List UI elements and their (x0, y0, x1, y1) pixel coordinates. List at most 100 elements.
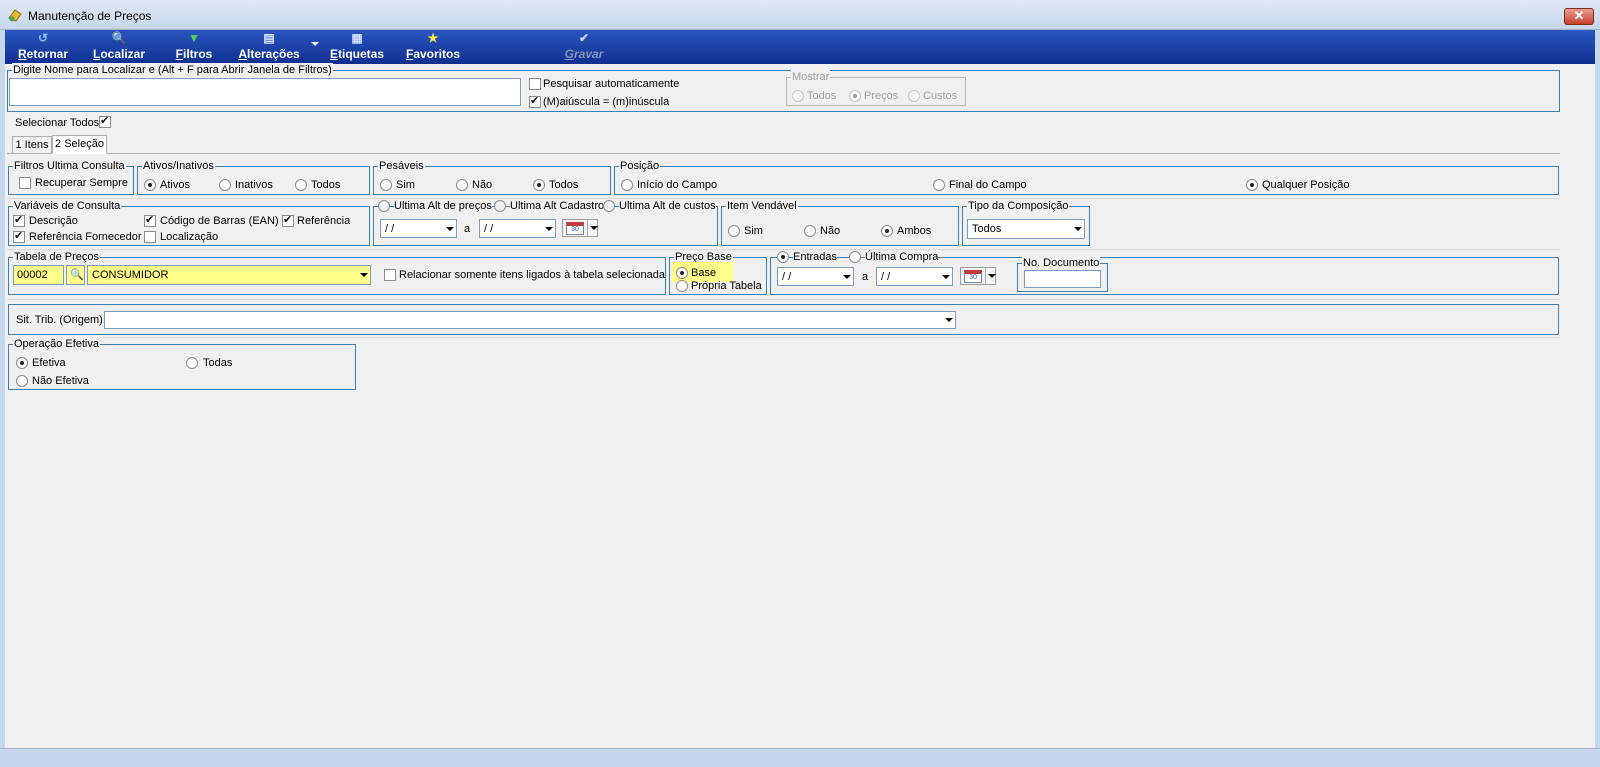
tabela-search-button[interactable]: 🔍 (66, 265, 85, 285)
localizar-button[interactable]: 🔍 Localizar (89, 30, 149, 64)
sit-trib-select[interactable] (104, 311, 956, 329)
ultima-alt-date-from[interactable]: / / (380, 219, 457, 238)
pesaveis-nao-radio[interactable] (456, 179, 468, 191)
ultima-alt-date-to[interactable]: / / (479, 219, 556, 238)
propria-tabela-radio[interactable] (676, 280, 688, 292)
auto-search-checkbox[interactable] (529, 78, 541, 90)
entradas-date-to[interactable]: / / (876, 267, 953, 286)
entradas-date-from[interactable]: / / (777, 267, 854, 286)
efetiva-label: Efetiva (32, 357, 66, 369)
vendavel-nao-radio[interactable] (804, 225, 816, 237)
ativos-todos-label: Todos (311, 179, 341, 191)
ativos-label: Ativos (160, 179, 190, 191)
case-checkbox[interactable] (529, 95, 541, 108)
chevron-down-icon (590, 226, 598, 230)
window-border-left (0, 30, 5, 767)
mostrar-custos-radio[interactable] (908, 90, 920, 102)
item-vendavel-title: Item Vendável (726, 199, 798, 213)
ultima-compra-radio[interactable] (849, 251, 861, 263)
toolbar: ↺ Retornar 🔍 Localizar ▼ Filtros ▤ Alter… (5, 30, 1595, 64)
ativos-todos-radio[interactable] (295, 179, 307, 191)
vendavel-sim-radio[interactable] (728, 225, 740, 237)
row-separator (7, 337, 1560, 338)
ultima-alt-cadastro-label: Ultima Alt Cadastro (510, 199, 605, 213)
ref-fornecedor-checkbox[interactable] (13, 230, 25, 243)
tabela-nome-select[interactable]: CONSUMIDOR (87, 265, 371, 285)
gravar-button[interactable]: ✔ Gravar (559, 30, 609, 64)
etiquetas-button[interactable]: ▦ Etiquetas (327, 30, 387, 64)
pesaveis-todos-radio[interactable] (533, 179, 545, 191)
final-campo-label: Final do Campo (949, 179, 1027, 191)
tabela-codigo-input[interactable]: 00002 (13, 265, 64, 285)
favoritos-button[interactable]: ★ Favoritos (403, 30, 463, 64)
ultima-alt-date-from-value: / / (385, 223, 395, 235)
ativos-radio[interactable] (144, 179, 156, 191)
entradas-radio[interactable] (777, 251, 789, 263)
ultima-alt-calendar-button[interactable]: 30 (562, 219, 598, 237)
ativos-title: Ativos/Inativos (142, 159, 215, 173)
selecionar-todos-label: Selecionar Todos (15, 117, 100, 129)
tab-itens[interactable]: 1 Itens (12, 136, 52, 154)
preco-base-radio[interactable] (676, 267, 688, 279)
filtros-button[interactable]: ▼ Filtros (169, 30, 219, 64)
selecionar-todos-checkbox[interactable] (99, 115, 111, 128)
pesaveis-nao-label: Não (472, 179, 493, 191)
ultima-alt-cadastro-radio[interactable] (494, 200, 506, 212)
favoritos-label: Favoritos (405, 47, 461, 61)
preco-base-label: Base (691, 267, 717, 279)
ultima-alt-precos-radio[interactable] (378, 200, 390, 212)
ultima-compra-label: Última Compra (865, 250, 939, 264)
mostrar-title: Mostrar (791, 70, 831, 84)
chevron-down-icon (988, 274, 996, 278)
search-group-title: Digite Nome para Localizar e (Alt + F pa… (12, 63, 333, 77)
recuperar-checkbox[interactable] (19, 177, 31, 189)
codigo-barras-checkbox[interactable] (144, 214, 156, 227)
qualquer-posicao-radio[interactable] (1246, 179, 1258, 191)
chevron-down-icon (843, 274, 851, 279)
tabela-precos-title: Tabela de Preços (13, 250, 100, 264)
referencia-checkbox[interactable] (282, 214, 294, 227)
ultima-alt-custos-radio[interactable] (603, 200, 615, 212)
close-button[interactable]: ✕ (1564, 8, 1594, 25)
codigo-barras-label: Código de Barras (EAN) (160, 215, 279, 227)
inativos-radio[interactable] (219, 179, 231, 191)
calendar-divider (587, 220, 588, 236)
mostrar-todos-radio[interactable] (792, 90, 804, 102)
relacionar-checkbox[interactable] (384, 269, 396, 281)
no-documento-title: No. Documento (1022, 256, 1101, 270)
alteracoes-dropdown-icon[interactable] (311, 42, 319, 46)
pesaveis-sim-radio[interactable] (380, 179, 392, 191)
alteracoes-button[interactable]: ▤ Alterações (233, 30, 305, 64)
vendavel-sim-label: Sim (744, 225, 763, 237)
inicio-campo-label: Início do Campo (637, 179, 718, 191)
nao-efetiva-radio[interactable] (16, 375, 28, 387)
efetiva-radio[interactable] (16, 357, 28, 369)
inicio-campo-radio[interactable] (621, 179, 633, 191)
entradas-calendar-button[interactable]: 30 (960, 267, 996, 285)
posicao-group: Posição (614, 159, 1559, 195)
ultima-alt-a-label: a (464, 223, 471, 235)
search-icon: 🔍 (111, 31, 127, 45)
descricao-checkbox[interactable] (13, 214, 25, 227)
variaveis-title: Variáveis de Consulta (13, 199, 122, 213)
mostrar-precos-radio[interactable] (849, 90, 861, 102)
final-campo-radio[interactable] (933, 179, 945, 191)
search-input[interactable] (9, 78, 521, 106)
todas-radio[interactable] (186, 357, 198, 369)
vendavel-ambos-radio[interactable] (881, 225, 893, 237)
window-border-bottom (0, 748, 1600, 767)
vendavel-nao-label: Não (820, 225, 841, 237)
ultima-alt-date-to-value: / / (484, 223, 494, 235)
chevron-down-icon (545, 226, 553, 231)
localizacao-checkbox[interactable] (144, 231, 156, 243)
row-separator (7, 249, 1560, 250)
sit-trib-label: Sit. Trib. (Origem) (16, 314, 103, 326)
retornar-button[interactable]: ↺ Retornar (13, 30, 73, 64)
posicao-title: Posição (619, 159, 661, 173)
alteracoes-label: Alterações (238, 47, 300, 61)
ref-fornecedor-label: Referência Fornecedor (29, 231, 142, 243)
tab-selecao[interactable]: 2 Seleção (52, 135, 107, 154)
no-documento-input[interactable] (1024, 270, 1101, 288)
tipo-composicao-select[interactable]: Todos (967, 219, 1085, 239)
nao-efetiva-label: Não Efetiva (32, 375, 89, 387)
